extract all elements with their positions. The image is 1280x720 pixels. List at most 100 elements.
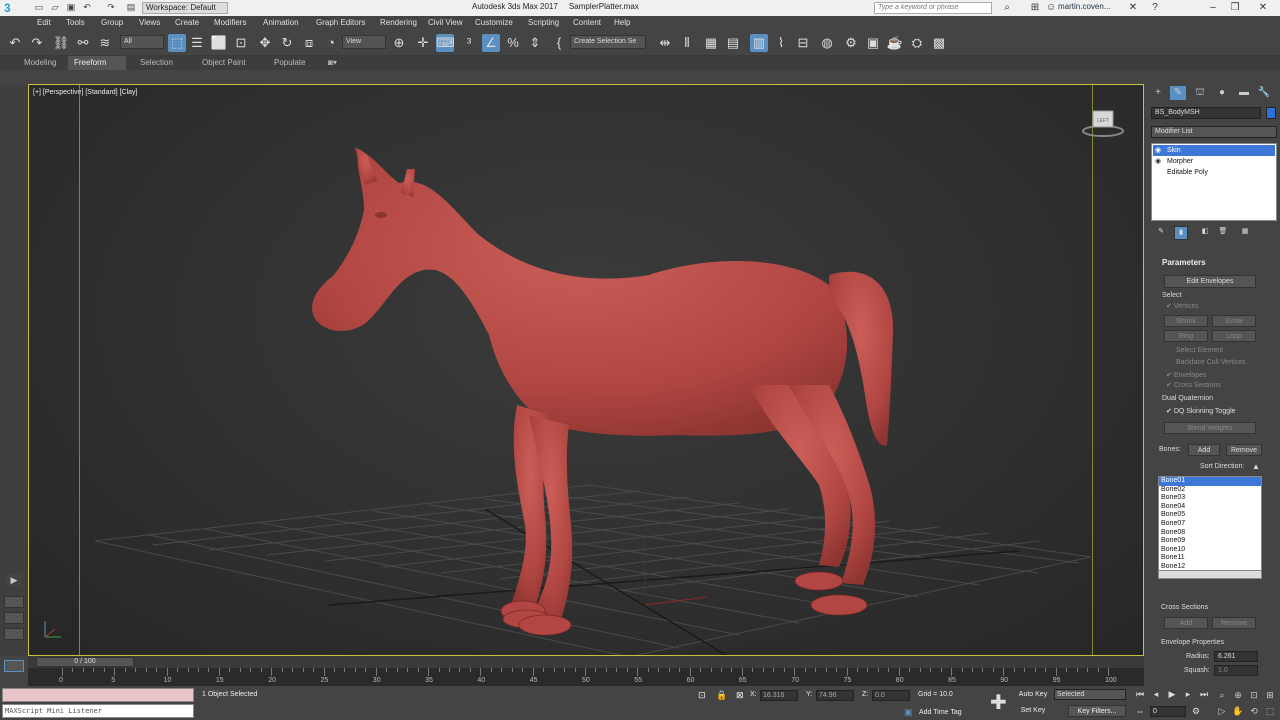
maxscript-listener-output[interactable] [2, 688, 194, 702]
rotate-icon[interactable]: ↻ [278, 34, 296, 52]
angle-snap-icon[interactable]: ∠ [482, 34, 500, 52]
redo-icon[interactable]: ↷ [28, 34, 46, 52]
ribbon-options-icon[interactable]: ◙▾ [322, 56, 343, 70]
time-configuration-icon[interactable]: ⚙ [1190, 705, 1202, 717]
align-icon[interactable]: ⫴ [678, 34, 696, 52]
menu-graph-editors[interactable]: Graph Editors [316, 18, 365, 27]
horse-model[interactable] [29, 85, 1144, 656]
z-coord-field[interactable]: 0.0 [872, 690, 910, 701]
bone-item[interactable]: Bone10 [1159, 546, 1261, 555]
bones-list-scrollbar[interactable] [1158, 570, 1262, 579]
redo-icon[interactable]: ↷ [106, 2, 116, 13]
link-icon[interactable]: ⛓ [52, 34, 70, 52]
layer-explorer-icon[interactable]: ▦ [702, 34, 720, 52]
play-icon[interactable]: ▶ [7, 574, 21, 586]
y-coord-field[interactable]: 74.96 [816, 690, 854, 701]
modifier-list-dropdown[interactable]: Modifier List [1151, 126, 1277, 138]
play-animation-icon[interactable]: ▶ [1166, 688, 1178, 700]
key-filters-button[interactable]: Key Filters... [1068, 705, 1126, 717]
bone-item[interactable]: Bone03 [1159, 494, 1261, 503]
undo-icon[interactable]: ↶ [6, 34, 24, 52]
open-file-icon[interactable]: ▱ [50, 2, 60, 13]
isolate-selection-icon[interactable]: ⊡ [698, 690, 706, 701]
set-key-button[interactable]: Set Key [1016, 705, 1050, 717]
set-key-icon[interactable]: ✚ [990, 690, 1007, 715]
current-frame-field[interactable]: 0 [1150, 706, 1186, 717]
project-folder-icon[interactable]: ▤ [126, 2, 136, 13]
selection-lock-icon[interactable]: 🔒 [716, 690, 727, 701]
sort-direction-icon[interactable]: ▲ [1252, 462, 1260, 471]
snaps-toggle-icon[interactable]: ³ [460, 34, 478, 52]
utilities-tab-icon[interactable]: 🔧 [1256, 86, 1272, 100]
menu-rendering[interactable]: Rendering [380, 18, 417, 27]
close-icon[interactable]: ✕ [1256, 1, 1270, 15]
bone-item[interactable]: Bone01 [1159, 477, 1261, 486]
select-by-name-icon[interactable]: ☰ [188, 34, 206, 52]
stack-item-editable-poly[interactable]: Editable Poly [1153, 167, 1275, 178]
bind-spacewarp-icon[interactable]: ≋ [96, 34, 114, 52]
auto-key-selection-dropdown[interactable]: Selected [1054, 689, 1126, 700]
mirror-icon[interactable]: ⇹ [656, 34, 674, 52]
search-icon[interactable]: ⌕ [1000, 1, 1014, 15]
bone-item[interactable]: Bone11 [1159, 554, 1261, 563]
remove-modifier-icon[interactable]: 🗑 [1216, 226, 1230, 240]
menu-customize[interactable]: Customize [475, 18, 513, 27]
render-production-icon[interactable]: ☕ [886, 34, 904, 52]
configure-modifier-sets-icon[interactable]: ▦ [1238, 226, 1252, 240]
vertices-checkbox[interactable]: ✔ Vertices [1166, 302, 1199, 310]
menu-create[interactable]: Create [175, 18, 199, 27]
select-element-checkbox[interactable]: Select Element [1176, 347, 1223, 354]
material-editor-icon[interactable]: ◍ [818, 34, 836, 52]
viewport-layout-2-icon[interactable] [4, 612, 24, 624]
zoom-extents-all-icon[interactable]: ⊞ [1264, 689, 1276, 701]
workspace-dropdown[interactable]: Workspace: Default [142, 2, 228, 14]
minimize-icon[interactable]: – [1206, 1, 1220, 15]
bone-item[interactable]: Bone08 [1159, 529, 1261, 538]
time-slider[interactable]: 0 / 100 [28, 656, 1144, 668]
time-tag-icon[interactable]: ▣ [904, 707, 913, 718]
viewcube-icon[interactable]: LEFT [1081, 109, 1125, 139]
tab-selection[interactable]: Selection [134, 56, 179, 70]
loop-button[interactable]: Loop [1212, 330, 1256, 342]
previous-frame-icon[interactable]: ◂ [1150, 688, 1162, 700]
pivot-center-icon[interactable]: ⊕ [390, 34, 408, 52]
bone-item[interactable]: Bone05 [1159, 511, 1261, 520]
menu-views[interactable]: Views [139, 18, 160, 27]
zoom-all-icon[interactable]: ⊕ [1232, 689, 1244, 701]
maxscript-listener-input[interactable]: MAXScript Mini Listener [2, 704, 194, 718]
named-selection-dropdown[interactable]: Create Selection Se [570, 35, 646, 49]
next-frame-icon[interactable]: ▸ [1182, 688, 1194, 700]
render-iterative-icon[interactable]: ⛭ [908, 34, 926, 52]
app-logo-icon[interactable]: 3 [4, 1, 22, 15]
percent-snap-icon[interactable]: % [504, 34, 522, 52]
object-color-swatch[interactable] [1266, 107, 1276, 119]
select-object-icon[interactable]: ⬚ [168, 34, 186, 52]
menu-tools[interactable]: Tools [66, 18, 85, 27]
bones-list[interactable]: Bone01 Bone02 Bone03 Bone04 Bone05 Bone0… [1158, 476, 1262, 578]
user-icon[interactable]: ☺ [1044, 1, 1058, 15]
grow-button[interactable]: Grow [1212, 315, 1256, 327]
scene-explorer-icon[interactable]: ▥ [750, 34, 768, 52]
cart-icon[interactable]: ⊞ [1028, 1, 1042, 15]
modify-tab-icon[interactable]: ✎ [1170, 86, 1186, 100]
orbit-icon[interactable]: ⟲ [1248, 705, 1260, 717]
squash-spinner[interactable]: 1.0 [1214, 665, 1258, 676]
menu-civil-view[interactable]: Civil View [428, 18, 463, 27]
tab-freeform[interactable]: Freeform [68, 56, 126, 70]
zoom-extents-icon[interactable]: ⊡ [1248, 689, 1260, 701]
curve-editor-icon[interactable]: ⌇ [772, 34, 790, 52]
new-file-icon[interactable]: ▭ [34, 2, 44, 13]
hierarchy-tab-icon[interactable]: ⛫ [1192, 86, 1208, 100]
object-name-field[interactable]: BS_BodyMSH [1151, 107, 1261, 119]
undo-icon[interactable]: ↶ [82, 2, 92, 13]
bone-item[interactable]: Bone09 [1159, 537, 1261, 546]
create-tab-icon[interactable]: + [1150, 86, 1166, 100]
eye-icon[interactable]: ◉ [1155, 146, 1161, 154]
absolute-mode-icon[interactable]: ⊠ [736, 690, 744, 701]
toggle-ribbon-icon[interactable]: ▤ [724, 34, 742, 52]
go-to-start-icon[interactable]: ⏮ [1134, 688, 1146, 700]
radius-spinner[interactable]: 6.261 [1214, 651, 1258, 662]
bone-item[interactable]: Bone04 [1159, 503, 1261, 512]
reference-coord-dropdown[interactable]: View [342, 35, 386, 49]
bone-item[interactable]: Bone07 [1159, 520, 1261, 529]
